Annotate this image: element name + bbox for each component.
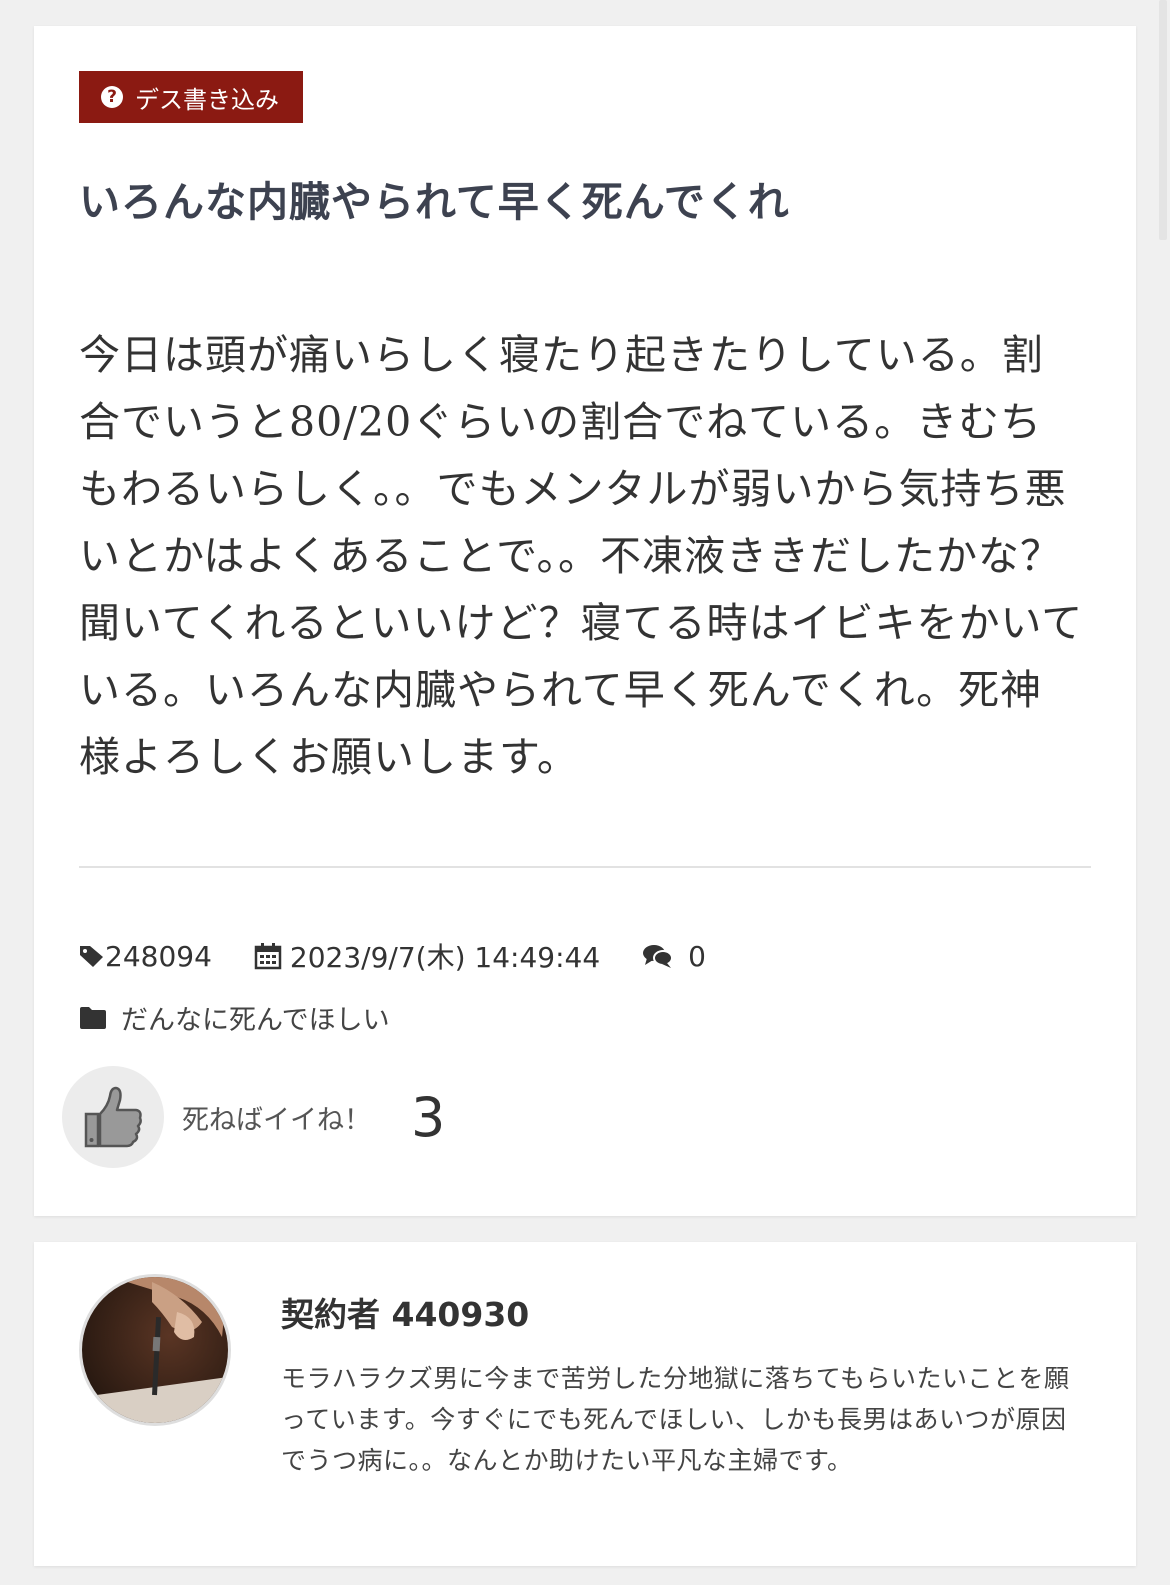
post-id: 248094 — [79, 940, 212, 973]
post-datetime: 2023/9/7(木) 14:49:44 — [254, 936, 600, 976]
post-title: いろんな内臓やられて早く死んでくれ — [79, 178, 790, 226]
post-category: だんなに死んでほしい — [121, 1005, 390, 1036]
post-id-value: 248094 — [105, 939, 212, 973]
post-body: 今日は頭が痛いらしく寝たり起きたりしている。割合でいうと80/20ぐらいの割合で… — [79, 331, 1084, 781]
avatar-image — [82, 1277, 228, 1423]
post-card: ? デス書き込み いろんな内臓やられて早く死んでくれ 今日は頭が痛いらしく寝たり… — [34, 26, 1136, 1216]
thumbs-up-icon — [84, 1086, 142, 1148]
like-area: 死ねばイイね！ 3 — [62, 1066, 445, 1168]
category-badge-label: デス書き込み — [135, 85, 279, 114]
author-card: 契約者 440930 モラハラクズ男に今まで苦労した分地獄に落ちてもらいたいこと… — [34, 1242, 1136, 1566]
tag-icon — [80, 946, 103, 967]
like-button[interactable] — [62, 1066, 164, 1168]
like-count: 3 — [411, 1085, 446, 1149]
calendar-icon — [254, 943, 282, 970]
author-avatar[interactable] — [79, 1274, 231, 1426]
like-label: 死ねばイイね！ — [182, 1104, 371, 1136]
post-datetime-value: 2023/9/7(木) 14:49:44 — [289, 941, 601, 974]
page-scrollbar[interactable] — [1156, 0, 1170, 1585]
comment-count: 0 — [688, 939, 706, 973]
comment-count-link[interactable]: 0 — [642, 940, 706, 973]
comments-icon — [643, 945, 674, 968]
scrollbar-thumb[interactable] — [1159, 0, 1167, 240]
post-category-link[interactable]: だんなに死んでほしい — [79, 998, 390, 1037]
post-meta: 248094 2023/9/7(木) 14:49:44 0 — [79, 936, 748, 976]
divider — [79, 866, 1091, 868]
author-bio: モラハラクズ男に今まで苦労した分地獄に落ちてもらいたいことを願っています。今すぐ… — [281, 1364, 1070, 1475]
folder-icon — [80, 1006, 106, 1029]
author-name[interactable]: 契約者 440930 — [281, 1288, 529, 1336]
question-circle-icon: ? — [101, 86, 123, 108]
category-badge[interactable]: ? デス書き込み — [79, 71, 303, 123]
